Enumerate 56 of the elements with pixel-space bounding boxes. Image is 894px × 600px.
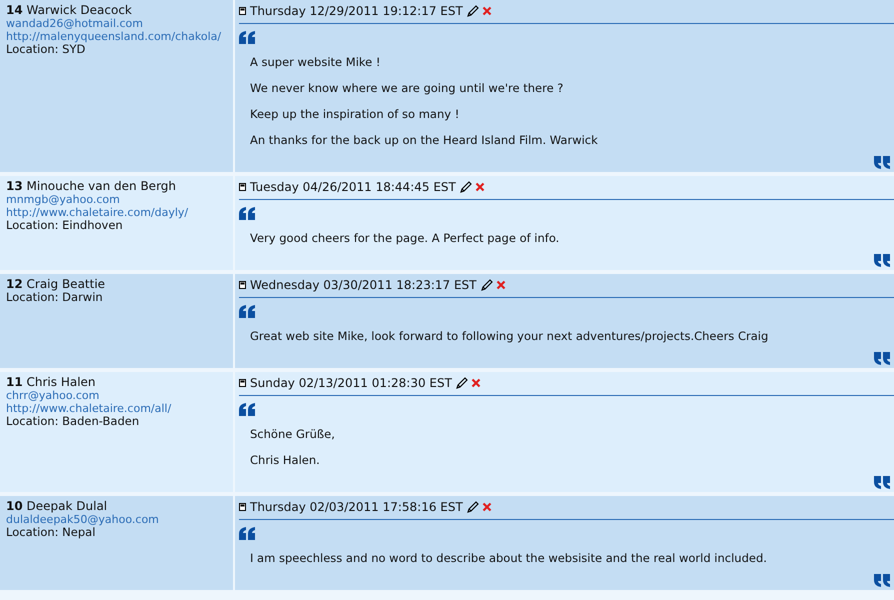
delete-icon[interactable] xyxy=(482,502,492,512)
author-name: 10 Deepak Dulal xyxy=(6,499,108,513)
post-date: Sunday 02/13/2011 01:28:30 EST xyxy=(250,376,452,390)
edit-icon[interactable] xyxy=(466,4,479,18)
email-link[interactable]: chrr@yahoo.com xyxy=(6,389,227,402)
post-date: Tuesday 04/26/2011 18:44:45 EST xyxy=(250,180,456,194)
edit-icon[interactable] xyxy=(480,278,493,292)
close-quote-icon xyxy=(873,574,890,587)
message-text: I am speechless and no word to describe about the websisite and the real world included. xyxy=(250,551,768,565)
website-link[interactable]: http://www.chaletaire.com/dayly/ xyxy=(6,206,227,219)
edit-icon[interactable] xyxy=(466,500,479,514)
website-link[interactable]: http://www.chaletaire.com/all/ xyxy=(6,402,227,415)
author-location: Location: SYD xyxy=(6,43,86,56)
edit-icon[interactable] xyxy=(454,376,468,390)
email-link[interactable]: mnmgb@yahoo.com xyxy=(6,193,227,206)
message-text: Great web site Mike, look forward to following your next adventures/projects.Cheers Craig xyxy=(250,329,770,343)
document-icon xyxy=(239,379,246,387)
document-icon xyxy=(239,183,246,191)
document-icon xyxy=(239,7,246,15)
message-text: Very good cheers for the page. A Perfect page of info. xyxy=(250,231,560,245)
close-quote-icon xyxy=(873,352,890,365)
open-quote-icon xyxy=(239,207,256,220)
author-location: Location: Darwin xyxy=(6,291,104,304)
message-text: Keep up the inspiration of so many ! xyxy=(250,107,460,121)
delete-icon[interactable] xyxy=(474,182,485,192)
open-quote-icon xyxy=(239,403,256,416)
open-quote-icon xyxy=(239,31,256,44)
delete-icon[interactable] xyxy=(496,280,506,290)
edit-icon[interactable] xyxy=(458,180,472,194)
email-link[interactable]: dulaldeepak50@yahoo.com xyxy=(6,513,227,526)
author-name: 13 Minouche van den Bergh xyxy=(6,179,178,193)
message-text: Schöne Grüße, xyxy=(250,427,336,441)
author-location: Location: Eindhoven xyxy=(6,219,123,232)
author-location: Location: Baden-Baden xyxy=(6,415,140,428)
open-quote-icon xyxy=(239,527,256,540)
author-name: 12 Craig Beattie xyxy=(6,277,106,291)
author-name: 11 Chris Halen xyxy=(6,375,97,389)
open-quote-icon xyxy=(239,305,256,318)
close-quote-icon xyxy=(873,254,890,267)
post-date: Thursday 12/29/2011 19:12:17 EST xyxy=(250,4,463,18)
message-text: A super website Mike ! xyxy=(250,55,382,69)
website-link[interactable]: http://malenyqueensland.com/chakola/ xyxy=(6,30,227,43)
close-quote-icon xyxy=(873,156,890,169)
delete-icon[interactable] xyxy=(482,6,492,16)
close-quote-icon xyxy=(873,476,890,489)
author-name: 14 Warwick Deacock xyxy=(6,3,133,17)
message-text: Chris Halen. xyxy=(250,453,321,467)
message-text: An thanks for the back up on the Heard Island Film. Warwick xyxy=(250,133,599,147)
post-date: Wednesday 03/30/2011 18:23:17 EST xyxy=(250,278,477,292)
document-icon xyxy=(239,281,246,289)
email-link[interactable]: wandad26@hotmail.com xyxy=(6,17,227,30)
post-date: Thursday 02/03/2011 17:58:16 EST xyxy=(250,500,463,514)
author-location: Location: Nepal xyxy=(6,526,96,539)
message-text: We never know where we are going until we're there ? xyxy=(250,81,564,95)
document-icon xyxy=(239,503,246,511)
delete-icon[interactable] xyxy=(470,378,481,388)
